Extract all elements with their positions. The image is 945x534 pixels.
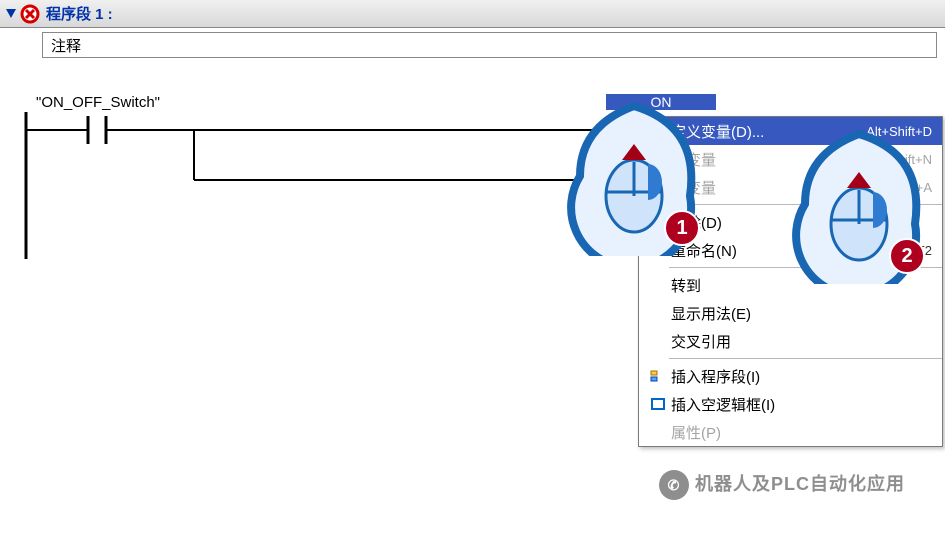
click-callout-1: 1 <box>550 96 710 256</box>
menu-cross-reference[interactable]: 交叉引用 <box>639 327 942 355</box>
step-badge: 2 <box>889 238 925 274</box>
step-badge: 1 <box>664 210 700 246</box>
click-callout-2: 2 <box>775 124 935 284</box>
watermark: ✆机器人及PLC自动化应用 <box>659 470 905 501</box>
collapse-icon[interactable] <box>4 7 18 21</box>
error-icon <box>20 4 40 24</box>
segment-comment-text: 注释 <box>51 35 81 56</box>
menu-insert-block[interactable]: 插入空逻辑框(I) <box>639 390 942 418</box>
insert-segment-icon <box>645 369 671 383</box>
menu-properties: 属性(P) <box>639 418 942 446</box>
insert-block-icon <box>645 397 671 411</box>
menu-show-usage[interactable]: 显示用法(E) <box>639 299 942 327</box>
menu-separator <box>669 358 942 359</box>
segment-comment-field[interactable]: 注释 <box>42 32 937 58</box>
segment-header: 程序段 1 : <box>0 0 945 28</box>
wechat-icon: ✆ <box>659 470 689 500</box>
menu-insert-segment[interactable]: 插入程序段(I) <box>639 362 942 390</box>
segment-title: 程序段 1 : <box>46 3 113 24</box>
